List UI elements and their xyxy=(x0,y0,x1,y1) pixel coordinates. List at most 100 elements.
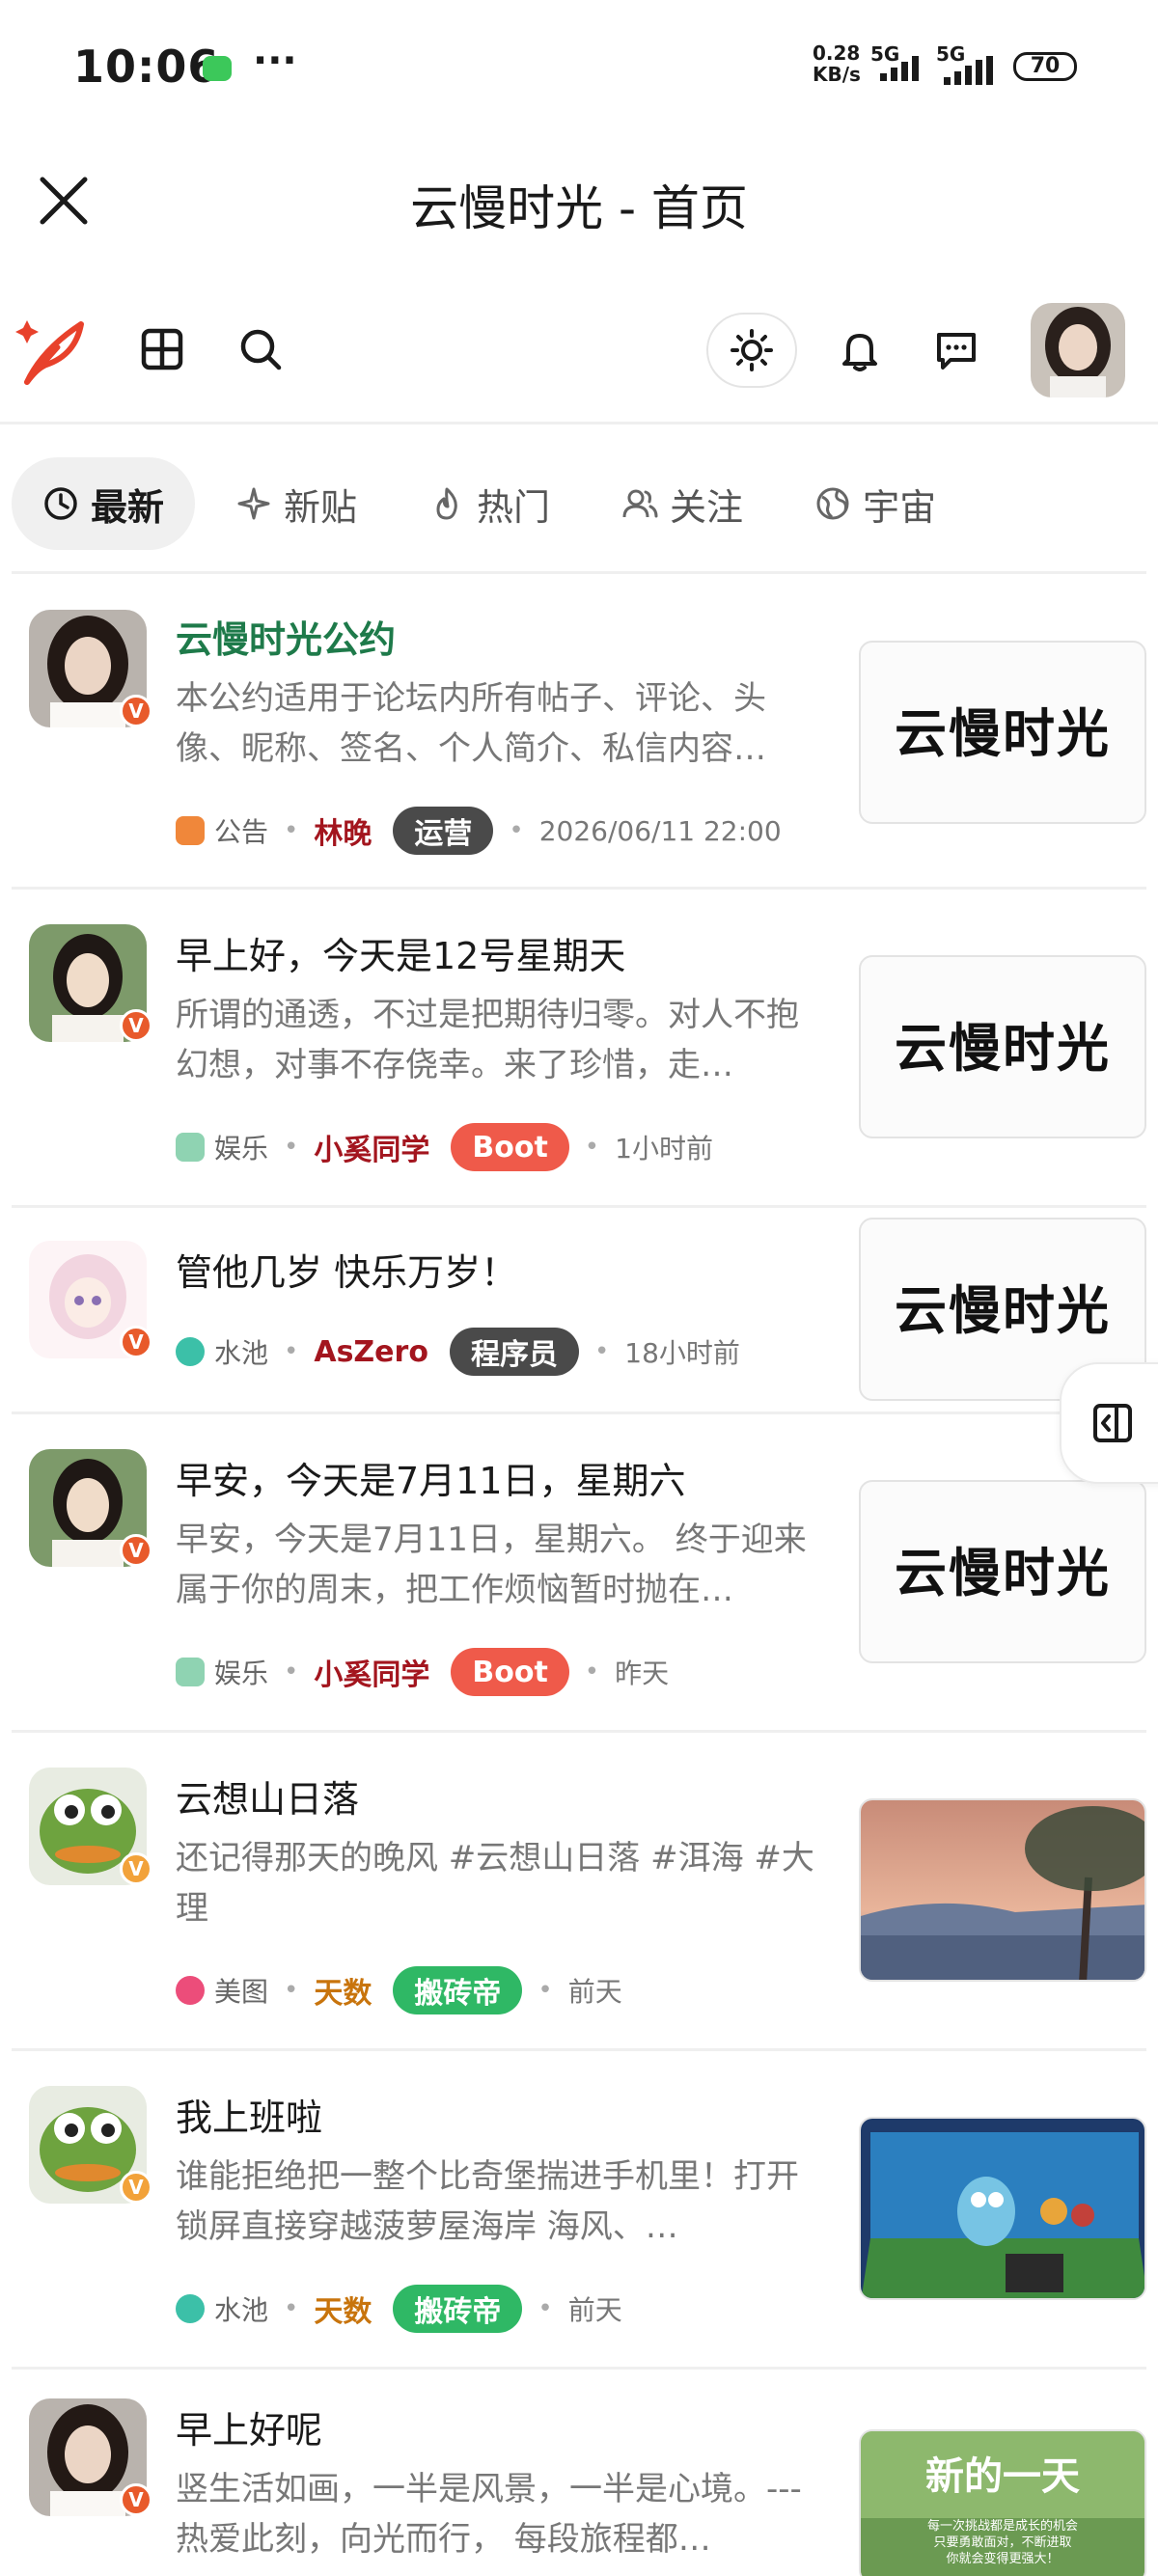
theme-toggle-button[interactable] xyxy=(706,313,797,388)
globe-icon xyxy=(816,487,849,520)
author-name[interactable]: 天数 xyxy=(314,1969,372,2012)
post-excerpt: 还记得那天的晚风 #云想山日落 #洱海 #大理 xyxy=(176,1839,814,1928)
divider xyxy=(12,571,1146,574)
entertainment-icon xyxy=(176,1658,205,1686)
thumbnail-brand: 云慢时光 xyxy=(895,1017,1111,1079)
clock: 10:06 xyxy=(73,41,220,93)
wechat-notification-icon xyxy=(203,56,232,81)
tab-label: 宇宙 xyxy=(863,485,937,529)
more-notifications-icon: ··· xyxy=(253,39,297,83)
sidebar-toggle-button[interactable] xyxy=(1060,1362,1158,1484)
post-title[interactable]: 云想山日落 xyxy=(176,1769,359,1822)
post-thumbnail[interactable]: 云慢时光 xyxy=(859,641,1146,824)
category[interactable]: 水池 xyxy=(214,1332,268,1371)
role-badge: 运营 xyxy=(393,807,494,855)
tab-label: 热门 xyxy=(477,485,551,529)
tab-hot[interactable]: 热门 xyxy=(398,457,581,550)
author-name[interactable]: 天数 xyxy=(314,2288,372,2330)
feed-tabs: 最新 新贴 热门 关注 宇宙 xyxy=(12,457,977,550)
author-name[interactable]: 小奚同学 xyxy=(314,1126,429,1168)
category[interactable]: 公告 xyxy=(214,811,268,850)
post-excerpt: 谁能拒绝把一整个比奇堡揣进手机里！打开锁屏直接穿越菠萝屋海岸 海风、… xyxy=(176,2157,799,2246)
post-meta: 水池 • AsZero 程序员 • 18小时前 xyxy=(176,1328,740,1376)
panel-collapse-icon xyxy=(1093,1404,1132,1442)
verified-badge-icon: V xyxy=(120,695,152,727)
pool-icon xyxy=(176,2294,205,2323)
post-title[interactable]: 我上班啦 xyxy=(176,2088,322,2141)
verified-badge-icon: V xyxy=(120,1009,152,1042)
tab-latest[interactable]: 最新 xyxy=(12,457,196,550)
post-thumbnail[interactable]: 云慢时光 xyxy=(859,955,1146,1138)
flame-icon xyxy=(436,487,457,520)
tab-universe[interactable]: 宇宙 xyxy=(784,457,967,550)
post-item[interactable]: V 云想山日落 还记得那天的晚风 #云想山日落 #洱海 #大理 美图 • 天数 … xyxy=(12,1733,1146,2051)
post-title[interactable]: 早上好呢 xyxy=(176,2400,322,2453)
toolbar xyxy=(0,289,1158,425)
role-badge: Boot xyxy=(451,1648,569,1696)
role-badge: 搬砖帝 xyxy=(393,2285,523,2333)
author-name[interactable]: 林晚 xyxy=(314,809,372,852)
message-icon[interactable] xyxy=(932,326,980,374)
clock-icon xyxy=(44,487,77,520)
sun-icon xyxy=(731,329,773,371)
post-thumbnail[interactable] xyxy=(859,2117,1146,2300)
post-excerpt: 早安，今天是7月11日，星期六。 终于迎来属于你的周末，把工作烦恼暂时抛在… xyxy=(176,1521,807,1609)
post-item[interactable]: V 早上好呢 竖生活如画，一半是风景，一半是心境。--- 热爱此刻，向光而行， … xyxy=(12,2370,1146,2576)
post-meta: 公告 • 林晚 运营 • 2026/06/11 22:00 xyxy=(176,807,782,855)
author-name[interactable]: AsZero xyxy=(314,1335,428,1369)
bell-icon[interactable] xyxy=(836,326,884,374)
role-badge: 程序员 xyxy=(449,1328,579,1376)
network-speed: 0.28 KB/s xyxy=(813,41,861,86)
thumbnail-caption: 每一次挑战都是成长的机会 只要勇敢面对，不断进取 你就会变得更强大！ xyxy=(926,2519,1078,2566)
pool-icon xyxy=(176,1337,205,1366)
post-meta: 娱乐 • 小奚同学 Boot • 1小时前 xyxy=(176,1123,713,1171)
post-item[interactable]: V 早安，今天是7月11日，星期六 早安，今天是7月11日，星期六。 终于迎来属… xyxy=(12,1414,1146,1733)
post-item[interactable]: V 云慢时光公约 本公约适用于论坛内所有帖子、评论、头像、昵称、签名、个人简介、… xyxy=(12,575,1146,890)
post-title[interactable]: 早安，今天是7月11日，星期六 xyxy=(176,1451,686,1504)
post-title[interactable]: 早上好，今天是12号星期天 xyxy=(176,926,625,979)
verified-badge-icon: V xyxy=(120,1852,152,1885)
signal-bars-2-icon xyxy=(944,56,993,85)
signal-bars-1-icon xyxy=(880,56,919,81)
post-item[interactable]: V 我上班啦 谁能拒绝把一整个比奇堡揣进手机里！打开锁屏直接穿越菠萝屋海岸 海风… xyxy=(12,2051,1146,2370)
user-avatar[interactable] xyxy=(1031,303,1125,397)
verified-badge-icon: V xyxy=(120,2171,152,2204)
thumbnail-heading: 新的一天 xyxy=(925,2453,1080,2499)
post-thumbnail[interactable]: 新的一天 每一次挑战都是成长的机会 只要勇敢面对，不断进取 你就会变得更强大！ xyxy=(859,2429,1146,2576)
category[interactable]: 美图 xyxy=(214,1971,268,2010)
verified-badge-icon: V xyxy=(120,1534,152,1567)
post-item[interactable]: V 早上好，今天是12号星期天 所谓的通透，不过是把期待归零。对人不抱幻想，对事… xyxy=(12,890,1146,1208)
tab-new-posts[interactable]: 新贴 xyxy=(205,457,388,550)
post-excerpt: 本公约适用于论坛内所有帖子、评论、头像、昵称、签名、个人简介、私信内容… xyxy=(176,679,766,768)
post-meta: 美图 • 天数 搬砖帝 • 前天 xyxy=(176,1966,622,2014)
sparkle-icon xyxy=(237,487,270,520)
search-icon[interactable] xyxy=(237,326,284,372)
post-time: 1小时前 xyxy=(615,1133,713,1165)
tab-label: 新贴 xyxy=(284,485,358,529)
post-item[interactable]: V 管他几岁 快乐万岁！ 水池 • AsZero 程序员 • 18小时前 云慢时… xyxy=(12,1208,1146,1414)
thumbnail-brand: 云慢时光 xyxy=(895,1279,1111,1341)
battery-icon: 70 xyxy=(1013,52,1077,81)
megaphone-icon xyxy=(176,816,205,845)
post-thumbnail[interactable]: 云慢时光 xyxy=(859,1480,1146,1663)
post-time: 前天 xyxy=(567,1976,622,2008)
grid-icon[interactable] xyxy=(139,326,185,372)
author-name[interactable]: 小奚同学 xyxy=(314,1651,429,1693)
post-title[interactable]: 管他几岁 快乐万岁！ xyxy=(176,1243,517,1296)
thumbnail-brand: 云慢时光 xyxy=(895,1542,1111,1603)
post-meta: 娱乐 • 小奚同学 Boot • 昨天 xyxy=(176,1648,669,1696)
category[interactable]: 水池 xyxy=(214,2289,268,2328)
post-title[interactable]: 云慢时光公约 xyxy=(176,610,396,663)
tab-label: 最新 xyxy=(91,485,165,529)
tab-label: 关注 xyxy=(670,485,744,529)
logo-quill-icon[interactable] xyxy=(14,311,95,392)
post-excerpt: 所谓的通透，不过是把期待归零。对人不抱幻想，对事不存侥幸。来了珍惜，走… xyxy=(176,996,799,1084)
page-title: 云慢时光 - 首页 xyxy=(410,180,748,236)
post-time: 2026/06/11 22:00 xyxy=(538,814,782,847)
category[interactable]: 娱乐 xyxy=(214,1128,268,1166)
post-thumbnail[interactable] xyxy=(859,1798,1146,1982)
post-time: 昨天 xyxy=(615,1658,670,1689)
tab-following[interactable]: 关注 xyxy=(591,457,774,550)
users-icon xyxy=(622,489,658,518)
category[interactable]: 娱乐 xyxy=(214,1653,268,1691)
